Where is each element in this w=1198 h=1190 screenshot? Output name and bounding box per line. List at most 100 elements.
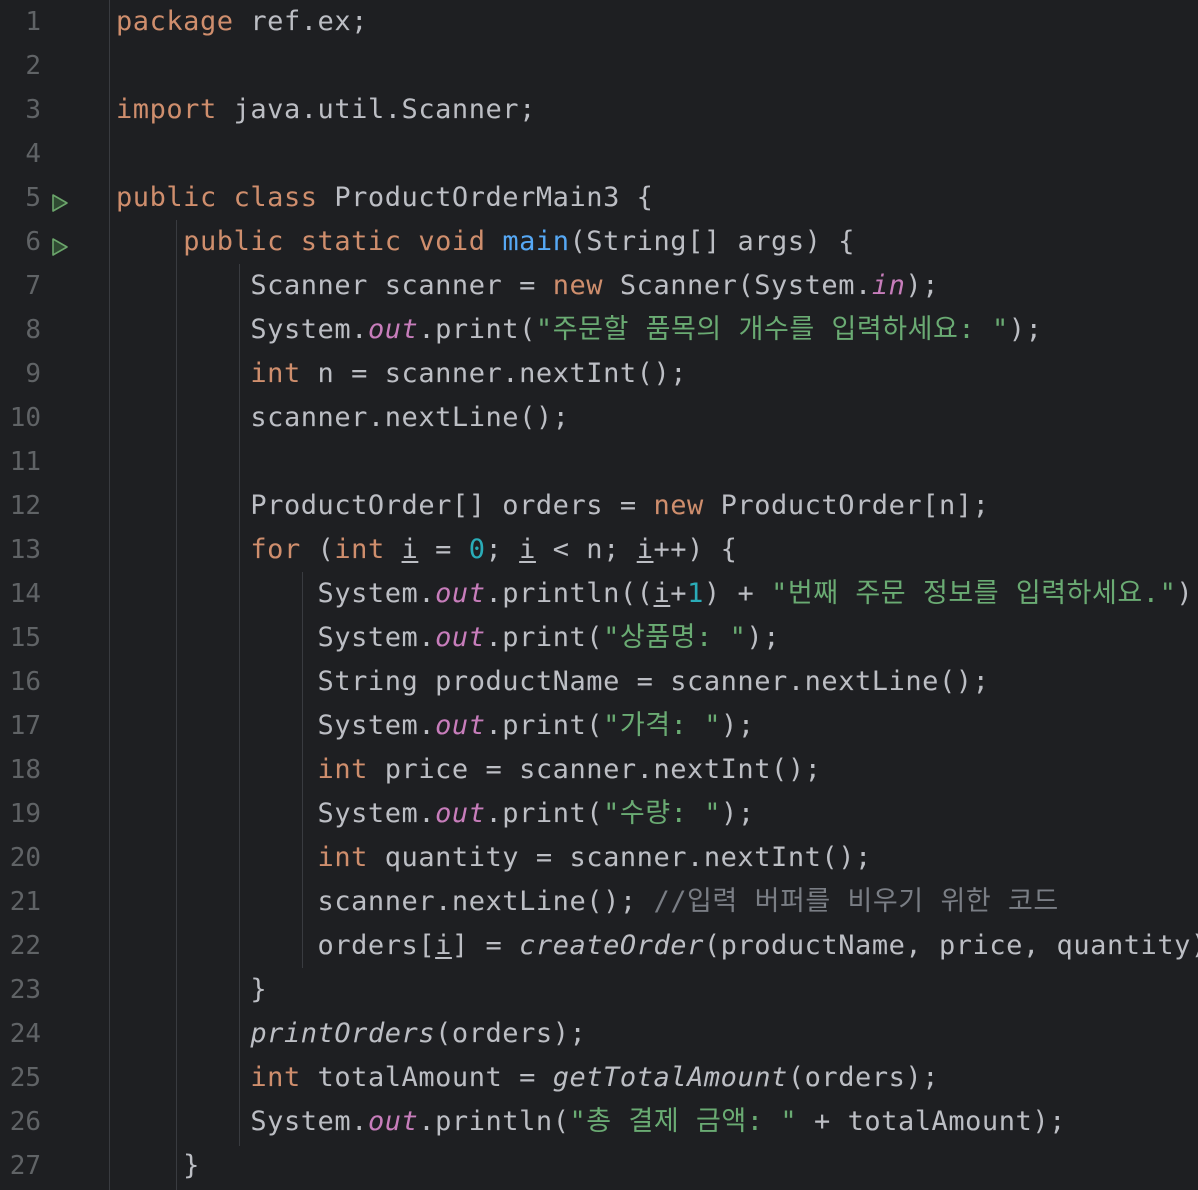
line-number: 20 (9, 843, 41, 873)
code-line[interactable]: public static void main(String[] args) { (110, 220, 1198, 264)
token-keyword: public class (116, 182, 318, 213)
token-identifier: n = scanner.nextInt(); (300, 358, 688, 389)
gutter-row: 25 (0, 1056, 109, 1100)
code-line[interactable]: System.out.println((i+1) + "번째 주문 정보를 입력… (110, 572, 1198, 616)
line-number: 1 (25, 7, 41, 37)
code-line[interactable]: scanner.nextLine(); (110, 396, 1198, 440)
code-line[interactable]: Scanner scanner = new Scanner(System.in)… (110, 264, 1198, 308)
gutter-row: 21 (0, 880, 109, 924)
token-static-field: out (435, 578, 486, 609)
gutter-row: 20 (0, 836, 109, 880)
token-identifier: (productName, price, quantity); (703, 930, 1198, 961)
gutter-row: 3 (0, 88, 109, 132)
code-line[interactable]: int price = scanner.nextInt(); (110, 748, 1198, 792)
token-indent: Scanner scanner = (116, 270, 553, 301)
token-keyword: int (250, 358, 301, 389)
token-indent: ProductOrder[] orders = (116, 490, 654, 521)
code-area[interactable]: package ref.ex; import java.util.Scanner… (110, 0, 1198, 1190)
gutter-row: 27 (0, 1144, 109, 1188)
token-identifier: ); (746, 622, 781, 653)
token-identifier: + (670, 578, 688, 609)
token-keyword: import (116, 94, 217, 125)
editor-gutter[interactable]: 1 2 3 4 5 6 7 8 9 10 11 12 13 14 15 16 1… (0, 0, 110, 1190)
token-identifier: Scanner(System. (603, 270, 872, 301)
token-keyword: public static void (183, 226, 486, 257)
token-keyword: new (552, 270, 604, 301)
gutter-row: 19 (0, 792, 109, 836)
line-number: 27 (9, 1151, 41, 1181)
code-line[interactable]: System.out.print("가격: "); (110, 704, 1198, 748)
code-line[interactable]: int n = scanner.nextInt(); (110, 352, 1198, 396)
code-line[interactable]: printOrders(orders); (110, 1012, 1198, 1056)
gutter-row: 6 (0, 220, 109, 264)
gutter-row: 17 (0, 704, 109, 748)
run-triangle-icon[interactable] (48, 231, 70, 256)
line-number: 21 (9, 887, 41, 917)
token-identifier: String productName = scanner.nextLine(); (116, 666, 990, 697)
token-string: "총 결제 금액: " (569, 1106, 798, 1137)
token-static-field: out (435, 798, 486, 829)
code-line[interactable]: public class ProductOrderMain3 { (110, 176, 1198, 220)
code-line[interactable]: System.out.print("상품명: "); (110, 616, 1198, 660)
code-line[interactable]: scanner.nextLine(); //입력 버퍼를 비우기 위한 코드 (110, 880, 1198, 924)
run-triangle-icon[interactable] (48, 187, 70, 212)
token-string: "수량: " (603, 798, 722, 829)
code-line[interactable]: ProductOrder[] orders = new ProductOrder… (110, 484, 1198, 528)
token-identifier: .println(( (485, 578, 654, 609)
code-line[interactable]: int quantity = scanner.nextInt(); (110, 836, 1198, 880)
gutter-row: 15 (0, 616, 109, 660)
token-indent: System. (116, 622, 436, 653)
code-lines[interactable]: package ref.ex; import java.util.Scanner… (110, 0, 1198, 1188)
token-identifier: ProductOrder[n]; (703, 490, 990, 521)
line-number: 18 (9, 755, 41, 785)
token-variable: i (401, 534, 419, 565)
token-identifier: ) + (703, 578, 772, 609)
code-line[interactable]: import java.util.Scanner; (110, 88, 1198, 132)
code-line[interactable]: } (110, 968, 1198, 1012)
code-line[interactable] (110, 44, 1198, 88)
token-static-field: out (435, 622, 486, 653)
line-number: 16 (9, 667, 41, 697)
code-line[interactable]: System.out.print("주문할 품목의 개수를 입력하세요: "); (110, 308, 1198, 352)
code-line[interactable]: System.out.println("총 결제 금액: " + totalAm… (110, 1100, 1198, 1144)
token-indent: System. (116, 1106, 368, 1137)
token-identifier: = (418, 534, 469, 565)
line-number: 7 (25, 271, 41, 301)
gutter-row: 5 (0, 176, 109, 220)
token-indent: orders[ (116, 930, 436, 961)
code-line[interactable]: String productName = scanner.nextLine(); (110, 660, 1198, 704)
code-line[interactable]: int totalAmount = getTotalAmount(orders)… (110, 1056, 1198, 1100)
token-static-field: out (367, 314, 419, 345)
token-identifier: .print( (418, 314, 536, 345)
code-line[interactable]: System.out.print("수량: "); (110, 792, 1198, 836)
line-number: 12 (9, 491, 41, 521)
token-identifier: ; (485, 534, 520, 565)
gutter-row: 12 (0, 484, 109, 528)
token-number: 1 (687, 578, 704, 609)
code-line[interactable] (110, 440, 1198, 484)
gutter-row: 9 (0, 352, 109, 396)
code-line[interactable]: package ref.ex; (110, 0, 1198, 44)
token-identifier: ProductOrderMain3 { (317, 182, 654, 213)
code-line[interactable]: } (110, 1144, 1198, 1188)
token-identifier (385, 534, 402, 565)
token-identifier: totalAmount = (300, 1062, 553, 1093)
gutter-row: 26 (0, 1100, 109, 1144)
token-identifier: + totalAmount); (797, 1106, 1066, 1137)
line-number: 4 (25, 139, 41, 169)
code-line[interactable] (110, 132, 1198, 176)
token-identifier: ++) { (653, 534, 738, 565)
code-line[interactable]: orders[i] = createOrder(productName, pri… (110, 924, 1198, 968)
line-number: 25 (9, 1063, 41, 1093)
token-variable: i (636, 534, 654, 565)
token-identifier: (orders); (787, 1062, 940, 1093)
token-string: "가격: " (603, 710, 722, 741)
token-identifier: ( (300, 534, 335, 565)
line-number: 23 (9, 975, 41, 1005)
token-keyword: new (653, 490, 704, 521)
code-editor[interactable]: 1 2 3 4 5 6 7 8 9 10 11 12 13 14 15 16 1… (0, 0, 1198, 1190)
line-number: 6 (25, 227, 41, 257)
code-line[interactable]: for (int i = 0; i < n; i++) { (110, 528, 1198, 572)
